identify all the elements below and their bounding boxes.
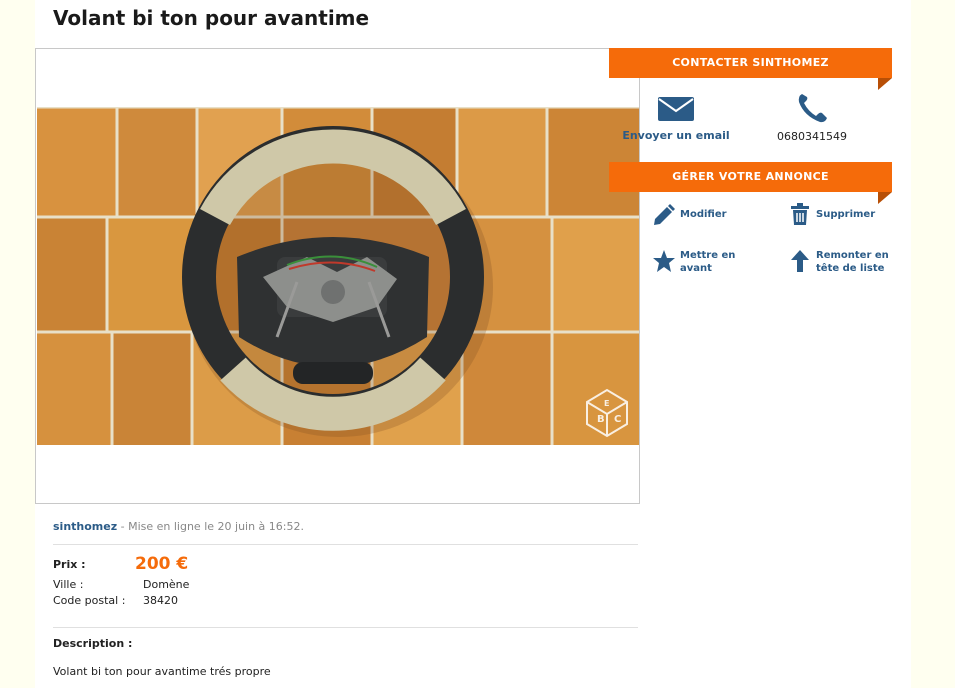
description-label: Description : <box>53 637 133 650</box>
listing-photo[interactable]: B C E <box>37 107 639 445</box>
svg-text:B: B <box>597 414 605 425</box>
divider <box>53 544 638 545</box>
svg-text:C: C <box>614 414 621 425</box>
pencil-icon <box>654 204 675 225</box>
svg-text:E: E <box>604 399 609 408</box>
description-text: Volant bi ton pour avantime trés propre <box>53 665 271 678</box>
price-value: 200 € <box>135 554 189 574</box>
divider <box>53 627 638 628</box>
photo-frame[interactable]: B C E <box>35 48 640 504</box>
listing-meta: sinthomez - Mise en ligne le 20 juin à 1… <box>53 520 304 533</box>
page-title: Volant bi ton pour avantime <box>53 6 370 30</box>
arrow-up-icon <box>791 250 809 272</box>
edit-button[interactable]: Modifier <box>652 202 727 226</box>
send-email-button[interactable]: Envoyer un email <box>612 96 740 142</box>
envelope-icon <box>658 97 694 121</box>
delete-button[interactable]: Supprimer <box>788 202 875 226</box>
seller-link[interactable]: sinthomez <box>53 520 117 533</box>
postal-label: Code postal : <box>53 594 126 607</box>
price-label: Prix : <box>53 558 86 571</box>
phone-number-button[interactable]: 0680341549 <box>760 90 864 143</box>
posted-date: - Mise en ligne le 20 juin à 16:52. <box>117 520 304 533</box>
city-value: Domène <box>143 578 190 591</box>
steering-wheel-photo: B C E <box>37 107 639 445</box>
contact-header: CONTACTER SINTHOMEZ <box>609 48 892 90</box>
feature-button[interactable]: Mettre en avant <box>652 249 735 275</box>
phone-icon <box>798 94 827 123</box>
star-icon <box>653 250 675 272</box>
postal-value: 38420 <box>143 594 178 607</box>
trash-icon <box>791 203 809 225</box>
city-label: Ville : <box>53 578 84 591</box>
bump-button[interactable]: Remonter en tête de liste <box>788 249 889 275</box>
manage-header: GÉRER VOTRE ANNONCE <box>609 162 892 204</box>
